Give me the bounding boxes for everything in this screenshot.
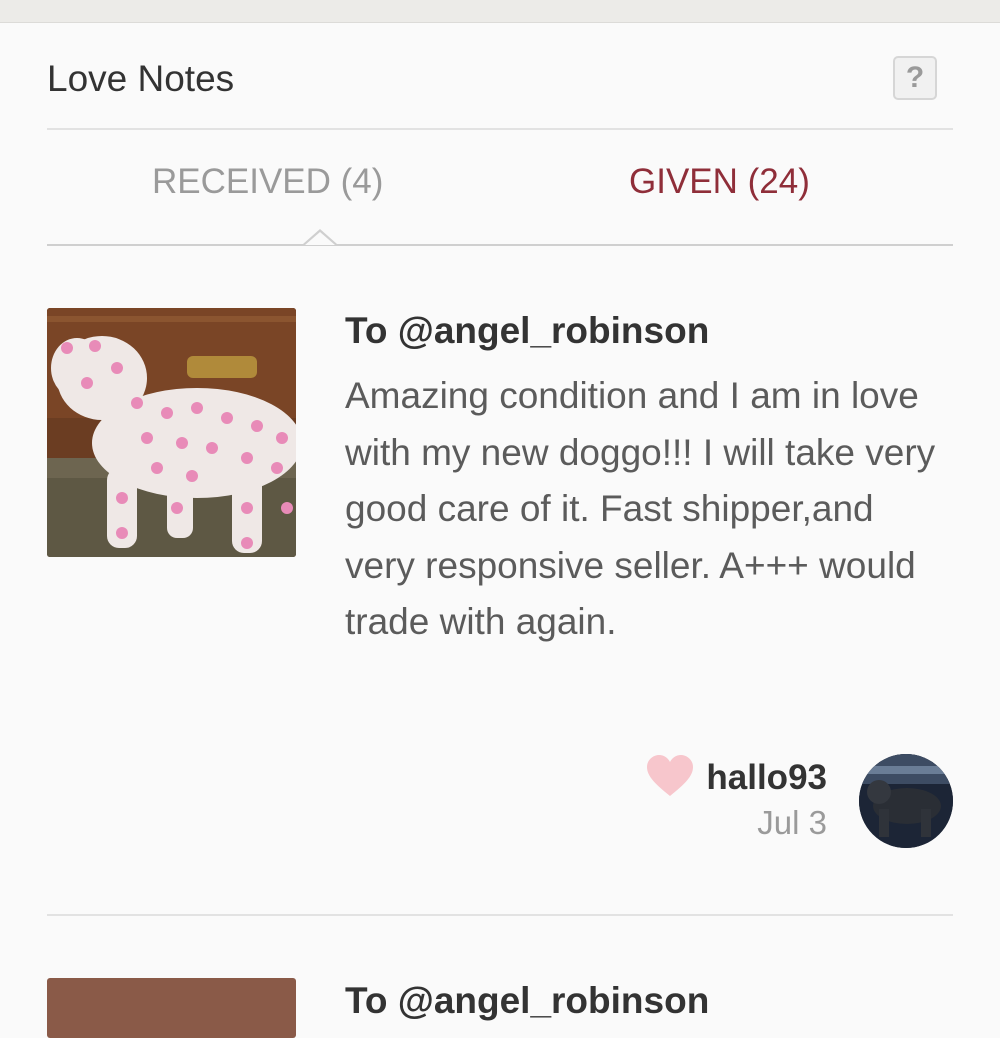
author-username[interactable]: hallo93: [706, 758, 827, 798]
recipient-link[interactable]: To @angel_robinson: [345, 980, 709, 1022]
love-note-item: To @angel_robinson: [47, 978, 953, 1038]
recipient-link[interactable]: To @angel_robinson: [345, 310, 709, 352]
page-title: Love Notes: [47, 58, 235, 99]
item-thumbnail[interactable]: [47, 978, 296, 1038]
love-note-item: To @angel_robinson Amazing condition and…: [47, 308, 953, 916]
item-thumbnail[interactable]: [47, 308, 296, 557]
tab-bar: RECEIVED (4) GIVEN (24): [47, 150, 953, 246]
heart-icon: [645, 754, 695, 798]
tab-received[interactable]: RECEIVED (4): [47, 162, 500, 202]
author-avatar[interactable]: [859, 754, 953, 848]
note-message: Amazing condition and I am in love with …: [345, 375, 936, 642]
tab-given[interactable]: GIVEN (24): [500, 162, 953, 202]
top-bar: [0, 0, 1000, 23]
note-date: Jul 3: [757, 804, 827, 841]
help-button[interactable]: ?: [893, 56, 937, 100]
love-notes-header: Love Notes ?: [47, 54, 953, 130]
